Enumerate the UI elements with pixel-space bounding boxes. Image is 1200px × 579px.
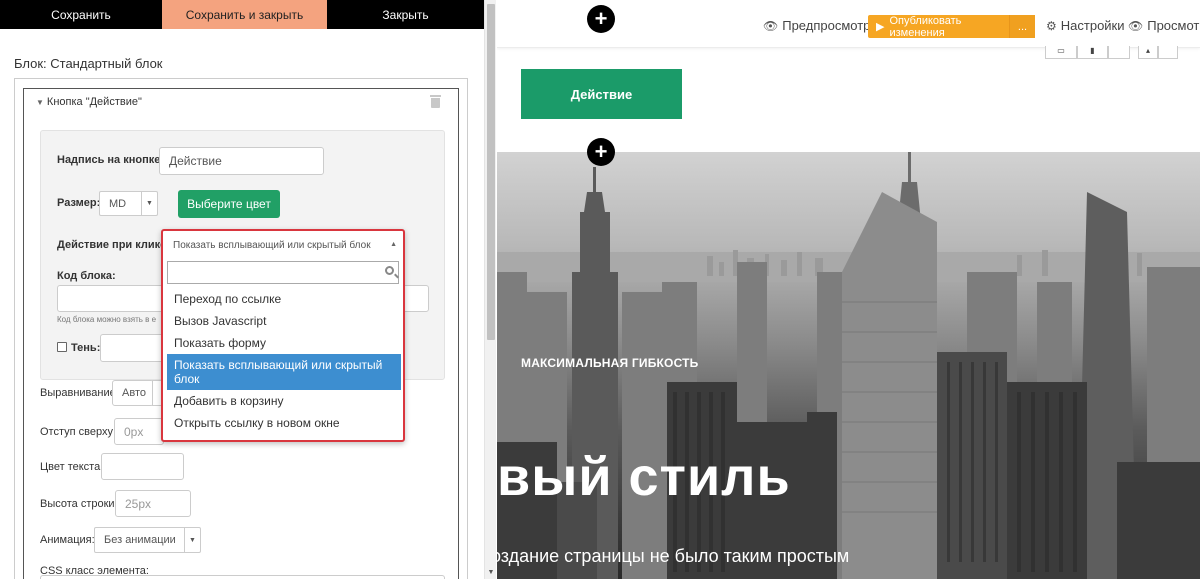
eye-icon: 👁 (1128, 18, 1144, 33)
accordion-title: Кнопка "Действие" (46, 96, 142, 108)
preview-link-label: Предпросмотр (782, 18, 871, 33)
dropdown-option[interactable]: Вызов Javascript (167, 310, 401, 332)
app-root: Сохранить Сохранить и закрыть Закрыть ▼ … (0, 0, 1200, 579)
text-color-label: Цвет текста: (40, 461, 104, 473)
caret-up-icon: ▲ (390, 241, 397, 248)
dropdown-option[interactable]: Добавить в корзину (167, 390, 401, 412)
gear-icon: ⚙ (1046, 18, 1057, 33)
shadow-label: Тень: (71, 342, 101, 354)
publish-button[interactable]: ▶ Опубликовать изменения (868, 14, 1009, 39)
save-and-close-button[interactable]: Сохранить и закрыть (162, 0, 327, 29)
block-title: Блок: Стандартный блок (14, 56, 163, 71)
css-class-input[interactable] (40, 575, 445, 579)
editor-toolbar: Сохранить Сохранить и закрыть Закрыть (0, 0, 484, 29)
accordion-header[interactable]: ▼ Кнопка "Действие" (36, 96, 142, 108)
line-height-label: Высота строки: (40, 498, 118, 510)
trash-icon[interactable] (430, 95, 441, 108)
animation-select[interactable]: Без анимации ▼ (94, 527, 201, 553)
dropdown-option[interactable]: Показать форму (167, 332, 401, 354)
click-action-label: Действие при клике: (57, 239, 170, 251)
settings-link[interactable]: ⚙ Настройки (1046, 18, 1125, 33)
trash-icon[interactable]: ▮ (1077, 46, 1108, 59)
align-label: Выравнивание (40, 387, 116, 399)
action-button[interactable]: Действие (521, 69, 682, 119)
page-preview: 👁 Предпросмотр ▶ Опубликовать изменения … (497, 0, 1200, 579)
save-button[interactable]: Сохранить (0, 0, 162, 29)
publish-label: Опубликовать изменения (889, 14, 962, 39)
hero-title: вый стиль (497, 447, 791, 507)
line-height-input[interactable]: 25px (115, 490, 191, 517)
size-select[interactable]: MD ▼ (99, 191, 158, 216)
hero-section: МАКСИМАЛЬНАЯ ГИБКОСТЬ вый стиль оздание … (497, 152, 1200, 579)
move-up-icon[interactable]: ▴ (1138, 46, 1158, 59)
caption-label: Надпись на кнопке: (57, 154, 165, 166)
settings-label: Настройки (1060, 18, 1125, 33)
view-link[interactable]: 👁 Просмотр (1128, 18, 1200, 33)
click-action-select[interactable]: Показать всплывающий или скрытый блок ▲ (163, 231, 403, 259)
hero-kicker: МАКСИМАЛЬНАЯ ГИБКОСТЬ (521, 356, 699, 370)
dropdown-options-list: Переход по ссылке Вызов Javascript Показ… (167, 288, 401, 434)
scroll-down-arrow-icon[interactable]: ▼ (485, 567, 497, 579)
text-color-input[interactable] (101, 453, 184, 480)
caret-down-icon: ▼ (184, 528, 200, 552)
scrollbar-thumb[interactable] (487, 4, 495, 340)
play-icon: ▶ (876, 21, 885, 33)
chevron-down-icon: ▼ (36, 97, 44, 107)
shadow-input[interactable] (100, 334, 168, 362)
publish-more-button[interactable]: ... (1009, 15, 1035, 38)
preview-link[interactable]: 👁 Предпросмотр (763, 18, 870, 33)
dropdown-search-input[interactable] (167, 261, 399, 284)
click-action-dropdown[interactable]: Показать всплывающий или скрытый блок ▲ … (161, 229, 405, 442)
move-down-icon[interactable] (1158, 46, 1178, 59)
size-label: Размер: (57, 197, 101, 209)
add-block-icon[interactable]: + (587, 5, 615, 33)
block-tool-icon[interactable] (1108, 46, 1130, 59)
hero-subtitle: оздание страницы не было таким простым (497, 546, 850, 566)
align-auto-option[interactable]: Авто (112, 380, 154, 406)
animation-select-value: Без анимации (104, 534, 176, 546)
block-code-hint: Код блока можно взять в е (57, 315, 157, 324)
block-mini-toolbar: ▭ ▮ ▴ (1045, 46, 1178, 59)
search-icon (385, 266, 394, 275)
dropdown-option[interactable]: Переход по ссылке (167, 288, 401, 310)
margin-top-label: Отступ сверху: (40, 426, 117, 438)
eye-slash-icon: 👁 (763, 18, 779, 33)
block-editor-panel: Сохранить Сохранить и закрыть Закрыть ▼ … (0, 0, 496, 579)
view-label: Просмотр (1147, 18, 1200, 33)
dropdown-option[interactable]: Открыть ссылку в новом окне (167, 412, 401, 434)
size-select-value: MD (109, 197, 127, 210)
shadow-checkbox[interactable] (57, 342, 67, 352)
block-settings-icon[interactable]: ▭ (1045, 46, 1077, 59)
caret-down-icon: ▼ (141, 192, 157, 215)
editor-scrollbar[interactable]: ▼ (484, 0, 496, 579)
close-button[interactable]: Закрыть (327, 0, 484, 29)
block-code-label: Код блока: (57, 270, 116, 282)
animation-label: Анимация: (40, 534, 95, 546)
choose-color-button[interactable]: Выберите цвет (178, 190, 280, 218)
click-action-selected-value: Показать всплывающий или скрытый блок (173, 239, 371, 251)
margin-top-input[interactable]: 0px (114, 418, 164, 445)
dropdown-option-highlighted[interactable]: Показать всплывающий или скрытый блок (167, 354, 401, 390)
caption-input[interactable]: Действие (159, 147, 324, 175)
add-block-icon[interactable]: + (587, 138, 615, 166)
